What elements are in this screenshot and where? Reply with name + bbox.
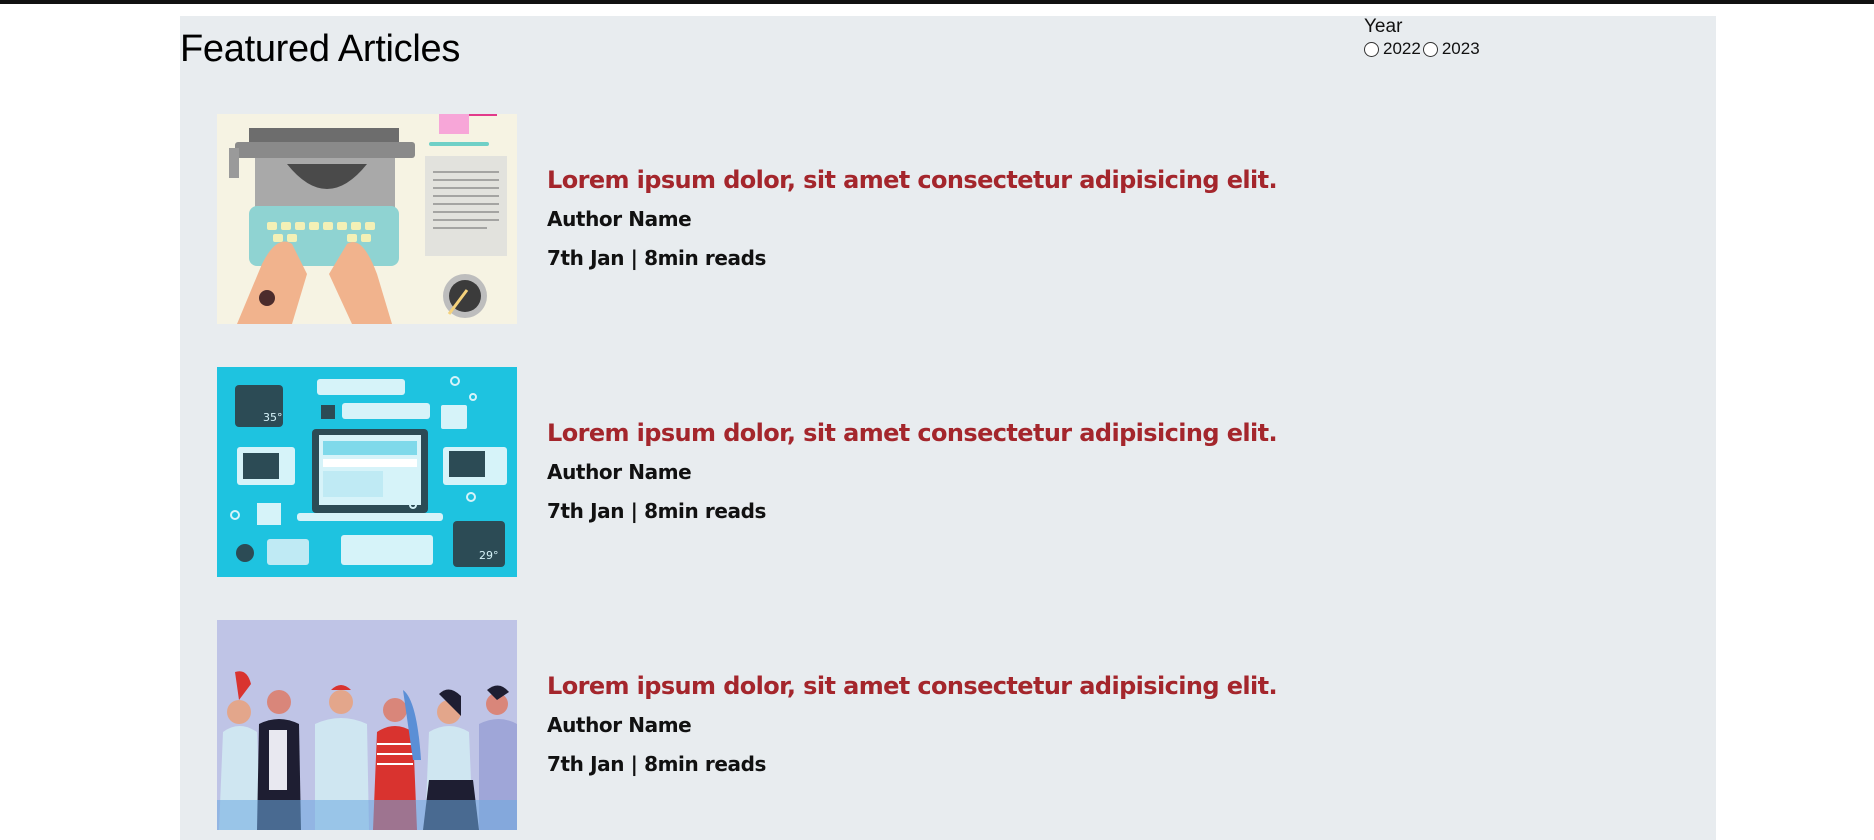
article-author: Author Name [547,460,692,484]
weather-temp-1: 35° [263,411,283,424]
article-date: 7th Jan | 8min reads [547,499,767,523]
year-2022-label: 2022 [1383,39,1421,58]
page-title: Featured Articles [180,28,461,70]
year-filter: Year 2022 2023 [1364,16,1482,59]
year-options: 2022 2023 [1364,39,1482,59]
year-2023-label: 2023 [1441,39,1480,58]
article-date: 7th Jan | 8min reads [547,752,767,776]
article-title[interactable]: Lorem ipsum dolor, sit amet consectetur … [547,166,1278,194]
article-card: 35° 29° Lorem ipsum dolor, sit amet cons… [217,367,1278,577]
laptop-widgets-illustration-icon[interactable]: 35° 29° [217,367,517,577]
article-author: Author Name [547,713,692,737]
top-border [0,0,1874,4]
year-2023-radio[interactable] [1422,41,1438,57]
year-option-2022[interactable]: 2022 [1364,39,1421,59]
typewriter-illustration-icon[interactable] [217,114,517,324]
crowd-people-illustration-icon[interactable] [217,620,517,830]
year-filter-label: Year [1364,16,1403,37]
article-title[interactable]: Lorem ipsum dolor, sit amet consectetur … [547,419,1278,447]
article-author: Author Name [547,207,692,231]
article-meta: Lorem ipsum dolor, sit amet consectetur … [547,672,1278,776]
article-meta: Lorem ipsum dolor, sit amet consectetur … [547,419,1278,523]
article-meta: Lorem ipsum dolor, sit amet consectetur … [547,166,1278,270]
weather-temp-2: 29° [479,549,499,562]
article-card: Lorem ipsum dolor, sit amet consectetur … [217,620,1278,830]
year-option-2023[interactable]: 2023 [1422,39,1480,59]
article-title[interactable]: Lorem ipsum dolor, sit amet consectetur … [547,672,1278,700]
article-card: Lorem ipsum dolor, sit amet consectetur … [217,114,1278,324]
article-date: 7th Jan | 8min reads [547,246,767,270]
year-2022-radio[interactable] [1364,41,1379,57]
